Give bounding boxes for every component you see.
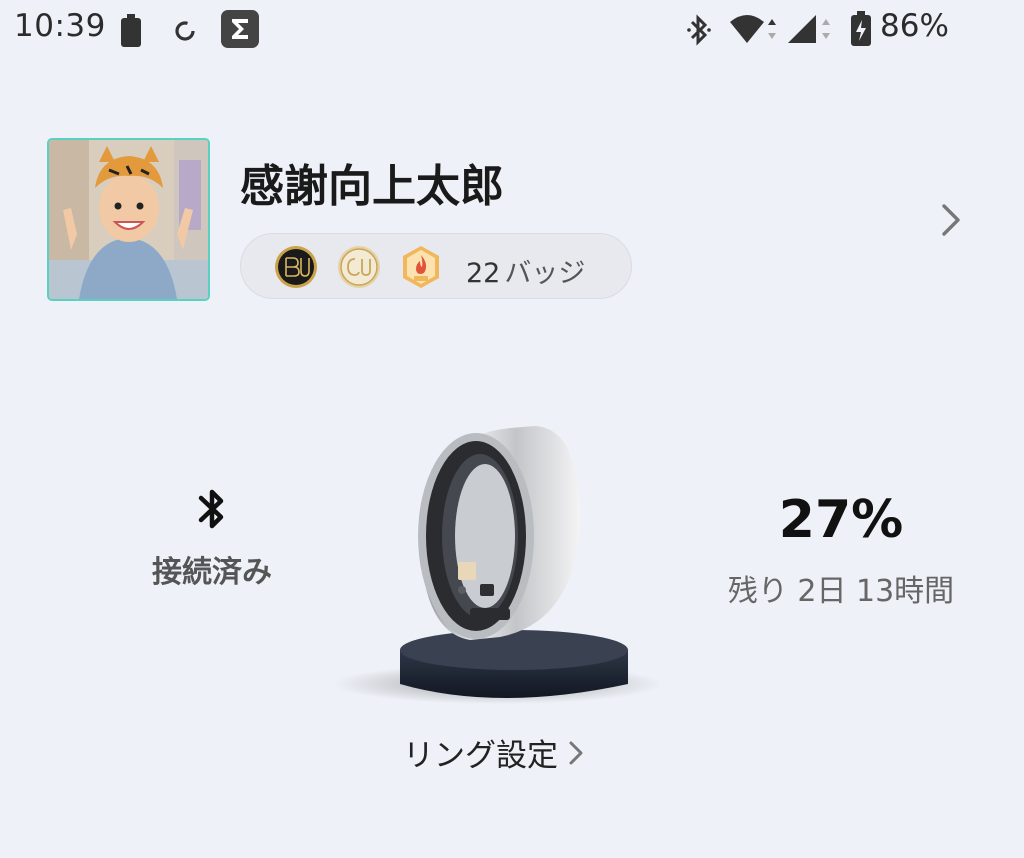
sigma-app-icon [221, 10, 259, 48]
battery-charging-icon [851, 11, 871, 46]
wifi-icon [730, 15, 776, 43]
ring-battery: 27% 残り 2日 13時間 [700, 488, 982, 610]
chevron-right-icon [569, 741, 583, 764]
status-time: 10:39 [14, 8, 106, 44]
badges-button[interactable]: 22 バッジ [240, 233, 632, 299]
sync-icon [175, 21, 195, 41]
smart-ring-illustration [333, 426, 663, 704]
ring-battery-percent: 27% [778, 490, 904, 550]
bu-badge-icon [275, 246, 317, 288]
ring-image[interactable] [330, 412, 663, 722]
connection-status-label: 接続済み [152, 555, 272, 590]
ring-settings-link[interactable]: リング設定 [403, 730, 586, 774]
lv-flame-badge-icon [403, 246, 439, 288]
chevron-right-icon[interactable] [936, 202, 966, 238]
avatar-photo [49, 140, 208, 299]
user-name: 感謝向上太郎 [240, 161, 504, 212]
gold-badge-icon [338, 246, 380, 288]
cellular-signal-icon [788, 15, 830, 43]
status-bar: 10:39 86% [0, 0, 1024, 62]
avatar[interactable] [47, 138, 210, 301]
badge-count-number: 22 [466, 258, 501, 289]
connection-status: 接続済み [120, 485, 304, 591]
bluetooth-icon [687, 14, 711, 46]
bluetooth-icon [198, 489, 224, 529]
badge-count: 22 バッジ [466, 251, 585, 290]
badge-count-unit: バッジ [504, 258, 586, 289]
ring-settings-label: リング設定 [403, 738, 558, 774]
profile-header[interactable]: 感謝向上太郎 22 バッジ [0, 120, 1024, 320]
battery-saver-icon [121, 14, 141, 47]
status-battery-percent: 86% [880, 8, 949, 44]
ring-battery-remaining: 残り 2日 13時間 [727, 574, 955, 609]
